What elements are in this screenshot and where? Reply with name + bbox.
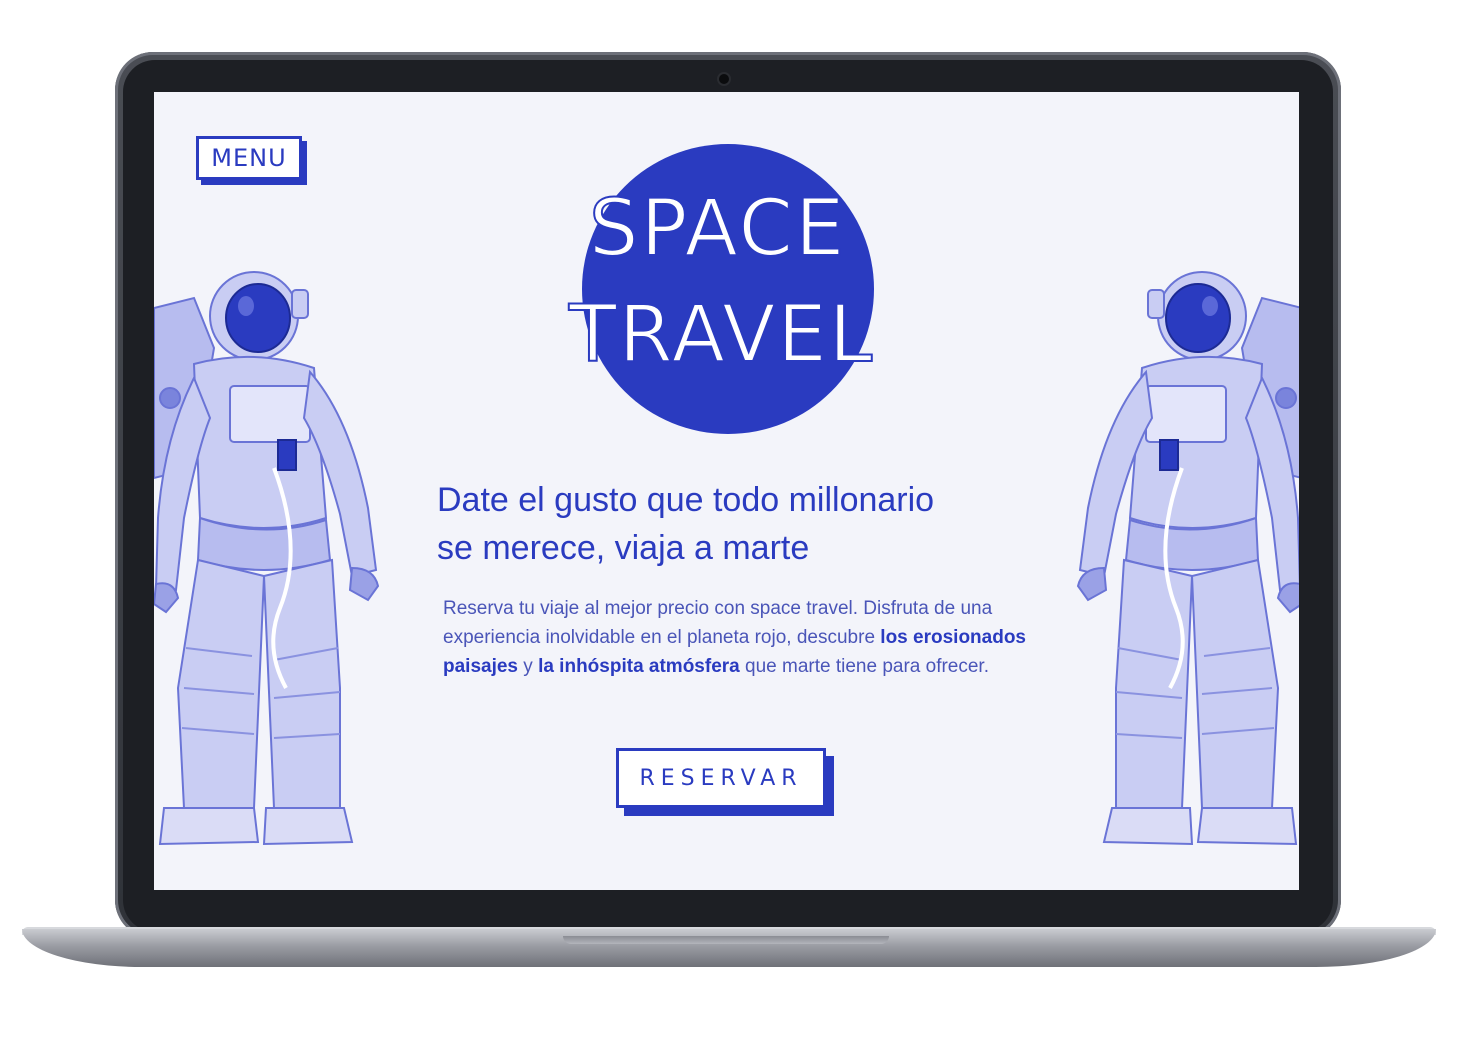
logo-line-travel: TRAVEL <box>568 290 875 380</box>
website-screen: MENU SPACE TRAVEL Date el gusto que todo… <box>154 92 1299 890</box>
headline-line-2: se merece, viaja a marte <box>437 529 810 567</box>
logo-line-space: SPACE <box>588 184 847 274</box>
astronaut-right-illustration <box>1076 271 1299 846</box>
hero-headline: Date el gusto que todo millonario se mer… <box>437 476 1037 572</box>
site-logo[interactable]: SPACE TRAVEL <box>559 184 919 380</box>
hero-description: Reserva tu viaje al mejor precio con spa… <box>443 594 1033 681</box>
headline-line-1: Date el gusto que todo millonario <box>437 481 935 519</box>
description-text-3: que marte tiene para ofrecer. <box>739 656 989 677</box>
camera-icon <box>719 74 729 84</box>
laptop-mockup: MENU SPACE TRAVEL Date el gusto que todo… <box>0 0 1480 1038</box>
reserve-button[interactable]: RESERVAR <box>616 748 826 808</box>
laptop-base <box>22 929 1436 967</box>
laptop-notch <box>563 936 889 944</box>
description-text-2: y <box>518 656 539 677</box>
description-highlight-atmosphere: la inhóspita atmósfera <box>538 656 740 677</box>
astronaut-left-illustration <box>154 271 380 846</box>
menu-button[interactable]: MENU <box>196 136 302 180</box>
